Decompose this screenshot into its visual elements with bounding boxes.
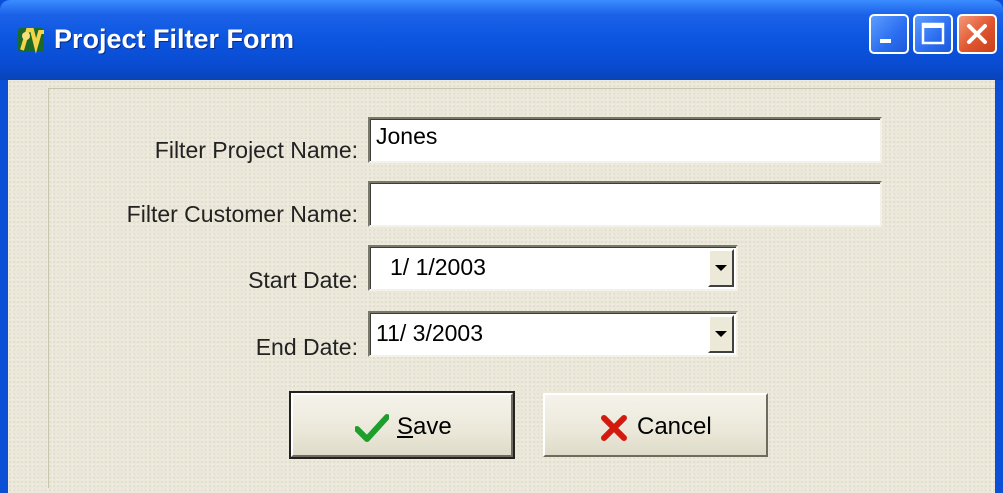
cancel-button-label: Cancel [637,413,712,440]
cancel-x-icon [599,413,629,450]
minimize-icon [880,39,891,43]
project-name-label: Filter Project Name: [154,137,358,163]
end-date-value: 11/ 3/2003 [376,320,484,346]
save-button-label: Save [397,413,452,440]
checkmark-icon [354,413,390,450]
close-button[interactable] [957,14,997,54]
end-date-dropdown-button[interactable] [708,315,734,353]
save-button[interactable]: Save [289,391,515,459]
app-icon[interactable] [16,22,50,58]
start-date-label: Start Date: [248,267,358,293]
application-window: Project Filter Form Filter Project Name:… [0,0,1003,493]
close-icon [967,24,987,44]
project-name-input[interactable]: Jones [368,117,882,163]
title-bar[interactable]: Project Filter Form [0,0,1003,80]
maximize-icon [921,22,945,45]
form-body: Filter Project Name: Jones Filter Custom… [8,80,995,493]
maximize-button[interactable] [913,14,953,54]
customer-name-label: Filter Customer Name: [126,201,358,227]
cancel-button[interactable]: Cancel [543,393,768,457]
end-date-picker[interactable]: 11/ 3/2003 [368,311,738,357]
start-date-value: 1/ 1/2003 [390,254,486,280]
start-date-picker[interactable]: 1/ 1/2003 [368,245,738,291]
end-date-label: End Date: [255,334,358,360]
customer-name-input[interactable] [368,181,882,227]
chevron-down-icon [715,331,727,337]
start-date-dropdown-button[interactable] [708,249,734,287]
window-title: Project Filter Form [54,24,295,54]
minimize-button[interactable] [869,14,909,54]
chevron-down-icon [715,265,727,271]
